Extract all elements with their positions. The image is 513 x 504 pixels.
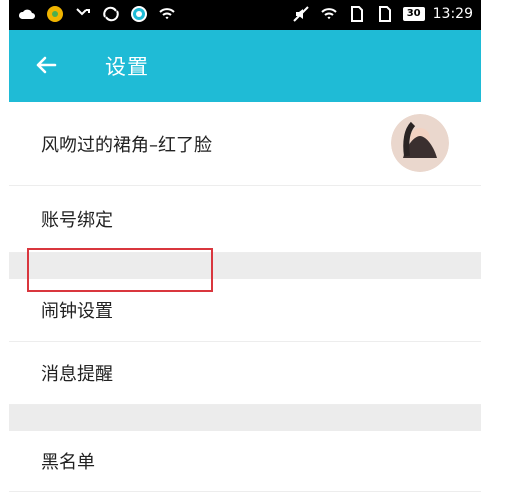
status-time: 13:29 xyxy=(432,6,473,22)
silent-icon xyxy=(291,4,311,24)
avatar[interactable] xyxy=(391,114,449,172)
alarm-settings-label: 闹钟设置 xyxy=(41,301,113,322)
sim-icon xyxy=(347,4,367,24)
app-bar: 设置 xyxy=(9,30,481,102)
page-title: 设置 xyxy=(105,55,149,79)
status-bar: 30 13:29 xyxy=(9,0,481,30)
wifi-icon xyxy=(319,4,339,24)
app-icon xyxy=(45,4,65,24)
arrow-left-icon[interactable] xyxy=(33,52,59,78)
profile-row[interactable]: 风吻过的裙角–红了脸 xyxy=(9,102,481,186)
message-reminder-row[interactable]: 消息提醒 xyxy=(9,342,481,405)
message-reminder-label: 消息提醒 xyxy=(41,364,113,385)
wifi-icon xyxy=(157,4,177,24)
account-binding-row[interactable]: 账号绑定 xyxy=(9,186,481,253)
missed-call-icon xyxy=(73,4,93,24)
status-right-icons: 30 13:29 xyxy=(291,4,473,24)
section-gap xyxy=(9,405,481,431)
sim-icon xyxy=(375,4,395,24)
battery-icon: 30 xyxy=(402,7,425,21)
cloud-icon xyxy=(17,4,37,24)
status-left-icons xyxy=(17,4,177,24)
blacklist-label: 黑名单 xyxy=(41,452,95,473)
profile-name: 风吻过的裙角–红了脸 xyxy=(41,134,212,156)
account-binding-label: 账号绑定 xyxy=(41,210,113,231)
settings-list: 风吻过的裙角–红了脸 账号绑定 闹钟设置 消息提醒 黑名单 xyxy=(9,102,481,492)
qq-icon xyxy=(129,4,149,24)
message-reminder-highlight-box xyxy=(27,248,213,292)
settings-screen: 30 13:29 设置 风吻过的裙角–红了脸 账号绑定 闹钟设置 消息提醒 黑名… xyxy=(9,0,481,504)
sync-icon xyxy=(101,4,121,24)
blacklist-row[interactable]: 黑名单 xyxy=(9,431,481,492)
